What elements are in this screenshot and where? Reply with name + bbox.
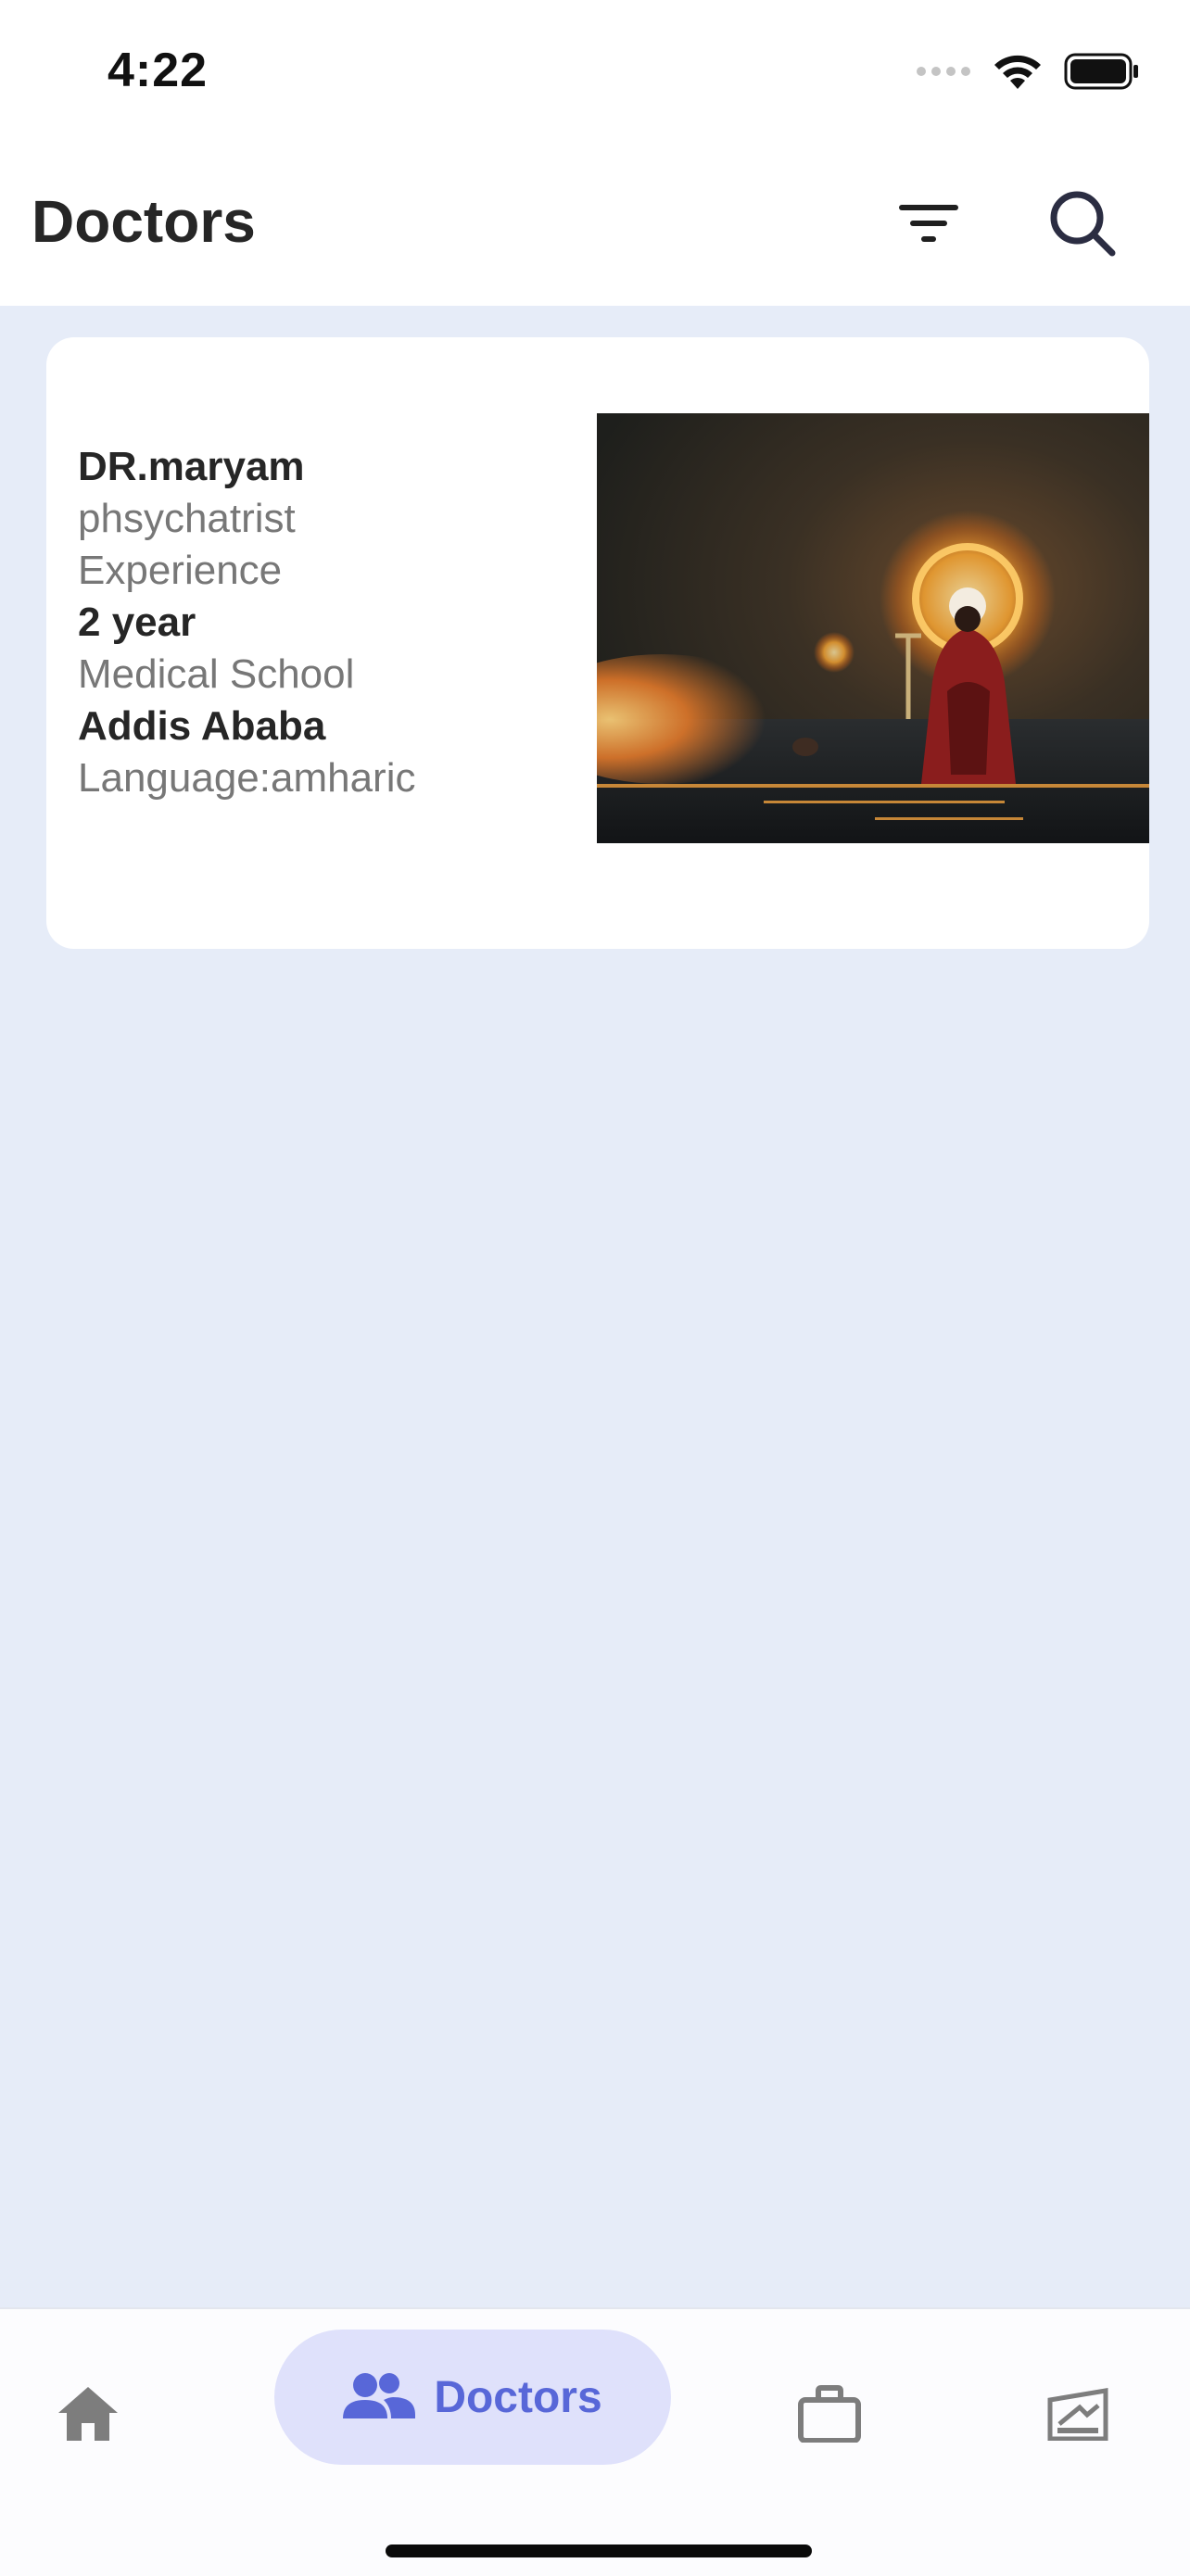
wifi-icon bbox=[992, 52, 1044, 95]
people-icon bbox=[343, 2372, 416, 2423]
doctor-card[interactable]: DR.maryam phsychatrist Experience 2 year… bbox=[46, 337, 1149, 949]
app-bar: Doctors bbox=[0, 148, 1190, 306]
doctor-specialty: phsychatrist bbox=[78, 496, 296, 541]
doctor-info: DR.maryam phsychatrist Experience 2 year… bbox=[78, 441, 597, 804]
doctor-photo bbox=[597, 413, 1149, 843]
medical-school-value: Addis Ababa bbox=[78, 703, 326, 749]
filter-icon bbox=[899, 201, 958, 250]
briefcase-icon bbox=[798, 2384, 861, 2447]
search-button[interactable] bbox=[1032, 174, 1133, 276]
signal-icon bbox=[916, 64, 971, 83]
status-time: 4:22 bbox=[108, 44, 209, 97]
bottom-nav: Doctors bbox=[0, 2307, 1190, 2576]
page-title: Doctors bbox=[32, 188, 256, 255]
status-bar: 4:22 bbox=[0, 0, 1190, 148]
search-icon bbox=[1047, 188, 1118, 263]
experience-label: Experience bbox=[78, 548, 283, 593]
home-icon bbox=[57, 2385, 120, 2447]
doctor-name: DR.maryam bbox=[78, 444, 305, 489]
status-icons bbox=[916, 52, 1140, 95]
doctor-language: Language:amharic bbox=[78, 755, 416, 801]
experience-value: 2 year bbox=[78, 600, 196, 645]
medical-school-label: Medical School bbox=[78, 651, 355, 697]
nav-jobs[interactable] bbox=[779, 2365, 880, 2467]
nav-home[interactable] bbox=[37, 2365, 139, 2467]
filter-button[interactable] bbox=[878, 174, 980, 276]
presentation-icon bbox=[1046, 2387, 1109, 2445]
nav-doctors-label: Doctors bbox=[434, 2372, 602, 2422]
battery-icon bbox=[1064, 53, 1140, 95]
nav-doctors[interactable]: Doctors bbox=[274, 2330, 671, 2465]
home-indicator bbox=[386, 2544, 812, 2557]
nav-presentations[interactable] bbox=[1027, 2365, 1129, 2467]
